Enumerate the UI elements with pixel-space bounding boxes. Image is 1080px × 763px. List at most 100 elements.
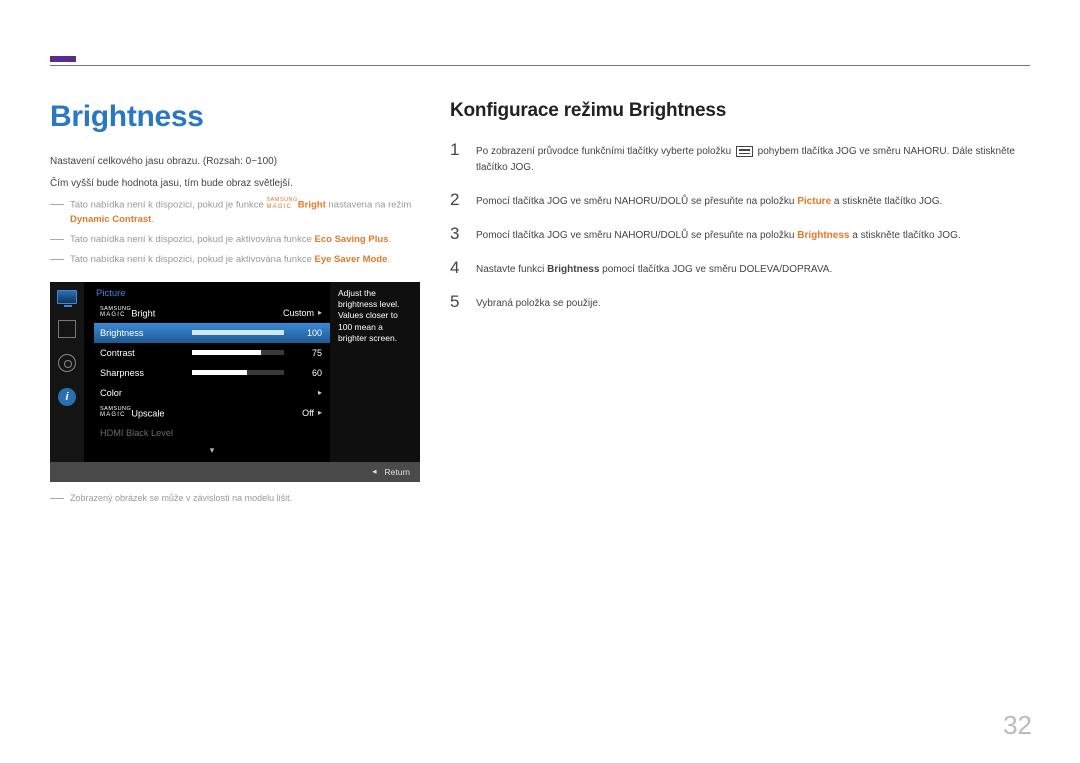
note-1-text: Tato nabídka není k dispozici, pokud je …: [70, 198, 430, 227]
samsung-magic-label: SAMSUNGMAGIC: [100, 407, 131, 419]
brightness-label: Brightness: [797, 230, 849, 241]
chevron-right-icon: ▸: [318, 388, 322, 397]
eye-saver-mode-label: Eye Saver Mode: [315, 254, 388, 265]
osd-tooltip: Adjust the brightness level. Values clos…: [330, 282, 420, 462]
samsung-magic-label: SAMSUNGMAGIC: [266, 198, 297, 210]
header-rule: [50, 65, 1030, 66]
step-2-a: Pomocí tlačítka JOG ve směru NAHORU/DOLŮ…: [476, 196, 797, 207]
osd-val-sharpness: 60: [294, 368, 322, 378]
chevron-down-icon: ▾: [94, 445, 330, 456]
step-3-a: Pomocí tlačítka JOG ve směru NAHORU/DOLŮ…: [476, 230, 797, 241]
osd-row-hdmi-black: HDMI Black Level: [94, 423, 330, 443]
step-num-1: 1: [450, 140, 460, 176]
osd-label-sharpness: Sharpness: [100, 368, 192, 378]
note-2-text: Tato nabídka není k dispozici, pokud je …: [70, 233, 391, 247]
page-number: 32: [1003, 710, 1032, 741]
picture-label: Picture: [797, 196, 831, 207]
step-4-a: Nastavte funkci: [476, 264, 547, 275]
step-text-1: Po zobrazení průvodce funkčními tlačítky…: [476, 140, 1030, 176]
gear-icon: [58, 354, 76, 372]
note-3: Tato nabídka není k dispozici, pokud je …: [50, 253, 430, 267]
square-icon: [58, 320, 76, 338]
brightness-bold: Brightness: [547, 264, 599, 275]
step-1: 1 Po zobrazení průvodce funkčními tlačít…: [450, 140, 1030, 176]
step-text-5: Vybraná položka se použije.: [476, 292, 601, 312]
step-num-5: 5: [450, 292, 460, 312]
osd-label-contrast: Contrast: [100, 348, 192, 358]
note-2-pre: Tato nabídka není k dispozici, pokud je …: [70, 234, 315, 245]
step-4-b: pomocí tlačítka JOG ve směru DOLEVA/DOPR…: [599, 264, 832, 275]
monitor-icon: [57, 290, 77, 304]
osd-bright-suffix: Bright: [131, 308, 155, 318]
osd-row-brightness: Brightness 100: [94, 323, 330, 343]
osd-row-magic-bright: SAMSUNGMAGICBright Custom ▸: [94, 303, 330, 323]
dash-icon: [50, 259, 64, 260]
osd-row-magic-upscale: SAMSUNGMAGICUpscale Off ▸: [94, 403, 330, 423]
osd-footer: ◂ Return: [50, 462, 420, 482]
osd-label-magic-bright: SAMSUNGMAGICBright: [100, 307, 192, 319]
dynamic-contrast-label: Dynamic Contrast: [70, 214, 151, 225]
desc-line-1: Nastavení celkového jasu obrazu. (Rozsah…: [50, 154, 430, 170]
chevron-right-icon: ▸: [318, 408, 322, 417]
osd-label-brightness: Brightness: [100, 328, 192, 338]
osd-row-sharpness: Sharpness 60: [94, 363, 330, 383]
note-3-text: Tato nabídka není k dispozici, pokud je …: [70, 253, 390, 267]
step-text-4: Nastavte funkci Brightness pomocí tlačít…: [476, 258, 832, 278]
caption: Zobrazený obrázek se může v závislosti n…: [50, 492, 430, 506]
osd-menu-title: Picture: [94, 288, 330, 299]
osd-row-contrast: Contrast 75: [94, 343, 330, 363]
osd-slider-contrast: [192, 350, 284, 355]
note-3-dot: .: [387, 254, 390, 265]
menu-icon: [736, 146, 753, 157]
caption-text: Zobrazený obrázek se může v závislosti n…: [70, 492, 292, 506]
right-column: Konfigurace režimu Brightness 1 Po zobra…: [450, 100, 1030, 326]
eco-saving-plus-label: Eco Saving Plus: [315, 234, 389, 245]
note-3-pre: Tato nabídka není k dispozici, pokud je …: [70, 254, 315, 265]
step-3-b: a stiskněte tlačítko JOG.: [849, 230, 960, 241]
step-1-a: Po zobrazení průvodce funkčními tlačítky…: [476, 146, 734, 157]
osd-val-brightness: 100: [294, 328, 322, 338]
left-column: Brightness Nastavení celkového jasu obra…: [50, 100, 430, 505]
note-2-dot: .: [388, 234, 391, 245]
osd-slider-brightness: [192, 330, 284, 335]
footer-arrow-icon: ◂: [372, 466, 376, 477]
step-4: 4 Nastavte funkci Brightness pomocí tlač…: [450, 258, 1030, 278]
osd-slider-sharpness: [192, 370, 284, 375]
osd-row-color: Color ▸: [94, 383, 330, 403]
osd-screenshot: i Picture SAMSUNGMAGICBright Custom ▸ Br…: [50, 282, 420, 482]
header-accent: [50, 56, 76, 62]
osd-label-hdmi-black: HDMI Black Level: [100, 428, 240, 438]
footer-return-label: Return: [384, 467, 410, 477]
step-num-3: 3: [450, 224, 460, 244]
samsung-magic-label: SAMSUNGMAGIC: [100, 307, 131, 319]
step-2: 2 Pomocí tlačítka JOG ve směru NAHORU/DO…: [450, 190, 1030, 210]
step-2-b: a stiskněte tlačítko JOG.: [831, 196, 942, 207]
osd-main: Picture SAMSUNGMAGICBright Custom ▸ Brig…: [84, 282, 330, 462]
page-title: Brightness: [50, 100, 430, 134]
step-text-2: Pomocí tlačítka JOG ve směru NAHORU/DOLŮ…: [476, 190, 942, 210]
desc-line-2: Čím vyšší bude hodnota jasu, tím bude ob…: [50, 176, 430, 192]
osd-body: i Picture SAMSUNGMAGICBright Custom ▸ Br…: [50, 282, 420, 462]
osd-val-magic-upscale: Off: [302, 408, 314, 418]
dash-icon: [50, 239, 64, 240]
info-icon: i: [58, 388, 76, 406]
chevron-right-icon: ▸: [318, 308, 322, 317]
note-1-pre: Tato nabídka není k dispozici, pokud je …: [70, 200, 266, 211]
dash-icon: [50, 204, 64, 205]
section-title: Konfigurace režimu Brightness: [450, 100, 1030, 122]
step-5: 5 Vybraná položka se použije.: [450, 292, 1030, 312]
note-1-dot: .: [151, 214, 154, 225]
note-2: Tato nabídka není k dispozici, pokud je …: [50, 233, 430, 247]
note-1: Tato nabídka není k dispozici, pokud je …: [50, 198, 430, 227]
note-1-mid: nastavena na režim: [326, 200, 412, 211]
step-3: 3 Pomocí tlačítka JOG ve směru NAHORU/DO…: [450, 224, 1030, 244]
osd-label-magic-upscale: SAMSUNGMAGICUpscale: [100, 407, 192, 419]
step-text-3: Pomocí tlačítka JOG ve směru NAHORU/DOLŮ…: [476, 224, 961, 244]
dash-icon: [50, 498, 64, 499]
step-num-4: 4: [450, 258, 460, 278]
magic-bright-label: Bright: [298, 200, 326, 211]
osd-upscale-suffix: Upscale: [131, 408, 164, 418]
osd-sidebar: i: [50, 282, 84, 462]
step-num-2: 2: [450, 190, 460, 210]
osd-val-contrast: 75: [294, 348, 322, 358]
